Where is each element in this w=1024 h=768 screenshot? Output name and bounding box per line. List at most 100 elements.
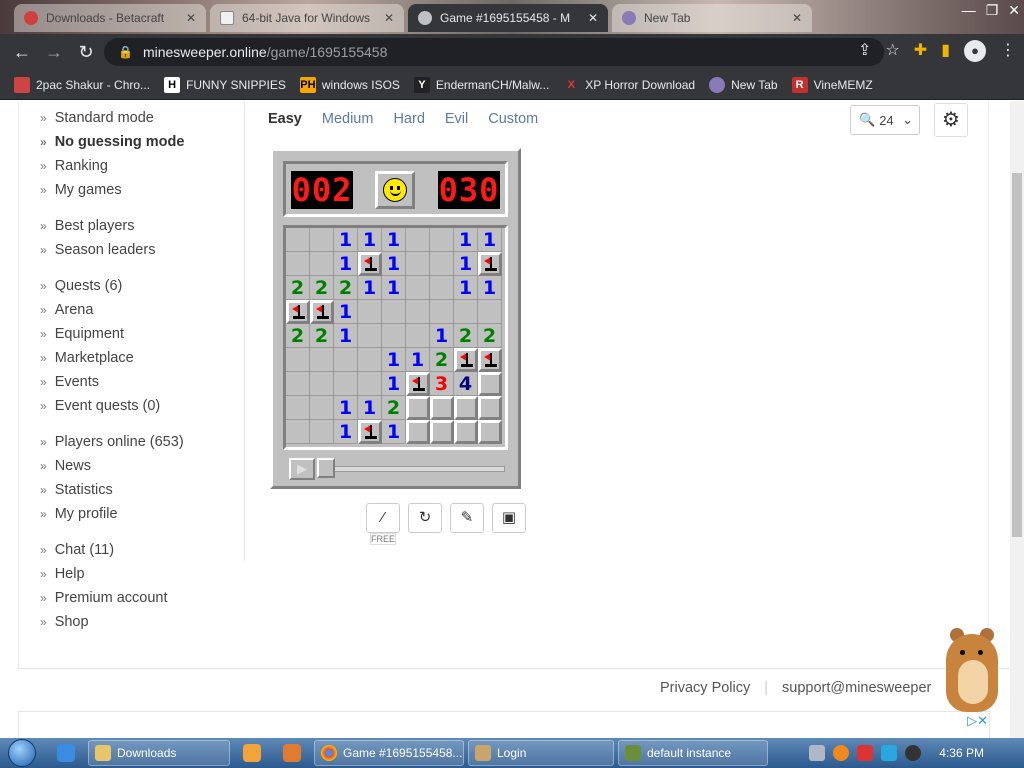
number-cell[interactable]: 2 bbox=[478, 324, 502, 348]
hint-wand-button[interactable]: ⁄ bbox=[366, 503, 400, 533]
taskbar-item-downloads[interactable]: Downloads bbox=[88, 740, 230, 766]
flagged-cell[interactable] bbox=[478, 348, 502, 372]
bookmark-endermanch[interactable]: Y EndermanCH/Malw... bbox=[413, 76, 549, 93]
tab-game[interactable]: Game #1695155458 - M ✕ bbox=[408, 4, 608, 32]
flagged-cell[interactable] bbox=[286, 300, 310, 324]
replay-play-button[interactable]: ▶ bbox=[289, 458, 315, 480]
number-cell[interactable]: 1 bbox=[382, 420, 406, 444]
sidebar-item-standard-mode[interactable]: » Standard mode bbox=[40, 109, 240, 133]
number-cell[interactable]: 2 bbox=[310, 276, 334, 300]
number-cell[interactable]: 1 bbox=[334, 252, 358, 276]
page-scrollbar[interactable] bbox=[1010, 101, 1024, 738]
replay-track[interactable] bbox=[325, 466, 505, 472]
number-cell[interactable]: 1 bbox=[382, 348, 406, 372]
sidebar-item-marketplace[interactable]: » Marketplace bbox=[40, 349, 240, 373]
close-tab-icon[interactable]: ✕ bbox=[376, 11, 394, 25]
empty-cell[interactable] bbox=[406, 252, 430, 276]
number-cell[interactable]: 1 bbox=[454, 228, 478, 252]
pinned-ie[interactable] bbox=[48, 740, 84, 766]
profile-avatar-icon[interactable]: ● bbox=[964, 40, 986, 62]
tab-evil[interactable]: Evil bbox=[445, 111, 468, 127]
sidebar-item-help[interactable]: » Help bbox=[40, 565, 240, 589]
sidebar-item-event-quests[interactable]: » Event quests (0) bbox=[40, 397, 240, 421]
empty-cell[interactable] bbox=[286, 372, 310, 396]
flagged-cell[interactable] bbox=[358, 252, 382, 276]
reload-icon[interactable]: ↻ bbox=[70, 42, 102, 63]
number-cell[interactable]: 1 bbox=[382, 252, 406, 276]
monitor-tray-icon[interactable] bbox=[881, 745, 898, 761]
taskbar-item-default-instance[interactable]: default instance bbox=[618, 740, 768, 766]
tab-java[interactable]: 64-bit Java for Windows ✕ bbox=[210, 4, 404, 32]
sidebar-item-premium-account[interactable]: » Premium account bbox=[40, 589, 240, 613]
menu-dots-icon[interactable]: ⋮ bbox=[1000, 40, 1016, 62]
closed-cell[interactable] bbox=[406, 420, 430, 444]
replay-slider-handle[interactable] bbox=[317, 458, 335, 478]
empty-cell[interactable] bbox=[310, 228, 334, 252]
pinned-app[interactable] bbox=[274, 740, 310, 766]
number-cell[interactable]: 1 bbox=[478, 276, 502, 300]
address-bar[interactable]: 🔒 minesweeper.online/game/1695155458 bbox=[104, 38, 884, 66]
sidebar-item-no-guessing-mode[interactable]: » No guessing mode bbox=[40, 133, 240, 157]
closed-cell[interactable] bbox=[478, 420, 502, 444]
number-cell[interactable]: 1 bbox=[406, 348, 430, 372]
number-cell[interactable]: 1 bbox=[358, 228, 382, 252]
empty-cell[interactable] bbox=[358, 324, 382, 348]
tray-app-icon[interactable] bbox=[809, 745, 826, 761]
empty-cell[interactable] bbox=[358, 300, 382, 324]
taskbar-item-chrome-game[interactable]: Game #1695155458... bbox=[314, 740, 464, 766]
close-tab-icon[interactable]: ✕ bbox=[178, 11, 196, 25]
empty-cell[interactable] bbox=[310, 372, 334, 396]
number-cell[interactable]: 2 bbox=[382, 396, 406, 420]
number-cell[interactable]: 1 bbox=[358, 396, 382, 420]
sidebar-item-events[interactable]: » Events bbox=[40, 373, 240, 397]
sidebar-item-players-online[interactable]: » Players online (653) bbox=[40, 433, 240, 457]
support-email-link[interactable]: support@minesweeper bbox=[782, 680, 931, 696]
number-cell[interactable]: 1 bbox=[430, 324, 454, 348]
number-cell[interactable]: 1 bbox=[382, 228, 406, 252]
closed-cell[interactable] bbox=[478, 372, 502, 396]
sidebar-item-shop[interactable]: » Shop bbox=[40, 613, 240, 637]
tab-custom[interactable]: Custom bbox=[488, 111, 538, 127]
close-tab-icon[interactable]: ✕ bbox=[580, 11, 598, 25]
bookmark-star-icon[interactable]: ☆ bbox=[885, 40, 899, 62]
number-cell[interactable]: 1 bbox=[334, 396, 358, 420]
maximize-icon[interactable]: ❐ bbox=[986, 2, 999, 19]
sidebar-item-statistics[interactable]: » Statistics bbox=[40, 481, 240, 505]
closed-cell[interactable] bbox=[430, 396, 454, 420]
number-cell[interactable]: 2 bbox=[334, 276, 358, 300]
zoom-select[interactable]: 🔍 24 ⌄ bbox=[850, 105, 920, 135]
number-cell[interactable]: 1 bbox=[334, 300, 358, 324]
sidebar-item-quests[interactable]: » Quests (6) bbox=[40, 277, 240, 301]
bookmark-windows-isos[interactable]: PH windows ISOS bbox=[299, 76, 400, 93]
number-cell[interactable]: 2 bbox=[286, 324, 310, 348]
empty-cell[interactable] bbox=[430, 276, 454, 300]
volume-tray-icon[interactable] bbox=[905, 745, 922, 761]
search-tray-icon[interactable] bbox=[833, 745, 850, 761]
flagged-cell[interactable] bbox=[406, 372, 430, 396]
number-cell[interactable]: 1 bbox=[358, 276, 382, 300]
share-icon[interactable]: ⇪ bbox=[858, 40, 871, 62]
scrollbar-thumb[interactable] bbox=[1012, 173, 1022, 537]
sidebar-item-chat[interactable]: » Chat (11) bbox=[40, 541, 240, 565]
flagged-cell[interactable] bbox=[454, 348, 478, 372]
empty-cell[interactable] bbox=[430, 300, 454, 324]
closed-cell[interactable] bbox=[406, 396, 430, 420]
empty-cell[interactable] bbox=[478, 300, 502, 324]
settings-gear-button[interactable]: ⚙ bbox=[934, 103, 968, 137]
back-arrow-icon[interactable]: ← bbox=[6, 42, 38, 63]
sidebar-item-arena[interactable]: » Arena bbox=[40, 301, 240, 325]
screenshot-button[interactable]: ▣ bbox=[492, 503, 526, 533]
empty-cell[interactable] bbox=[310, 252, 334, 276]
sidebar-item-equipment[interactable]: » Equipment bbox=[40, 325, 240, 349]
closed-cell[interactable] bbox=[430, 420, 454, 444]
number-cell[interactable]: 1 bbox=[334, 324, 358, 348]
side-panel-icon[interactable]: ▮ bbox=[941, 40, 950, 62]
number-cell[interactable]: 2 bbox=[286, 276, 310, 300]
bookmark-new-tab[interactable]: New Tab bbox=[709, 76, 778, 93]
empty-cell[interactable] bbox=[358, 348, 382, 372]
sidebar-item-my-profile[interactable]: » My profile bbox=[40, 505, 240, 529]
forward-arrow-icon[interactable]: → bbox=[38, 42, 70, 63]
flagged-cell[interactable] bbox=[478, 252, 502, 276]
flagged-cell[interactable] bbox=[310, 300, 334, 324]
new-game-smiley-button[interactable] bbox=[375, 171, 415, 209]
